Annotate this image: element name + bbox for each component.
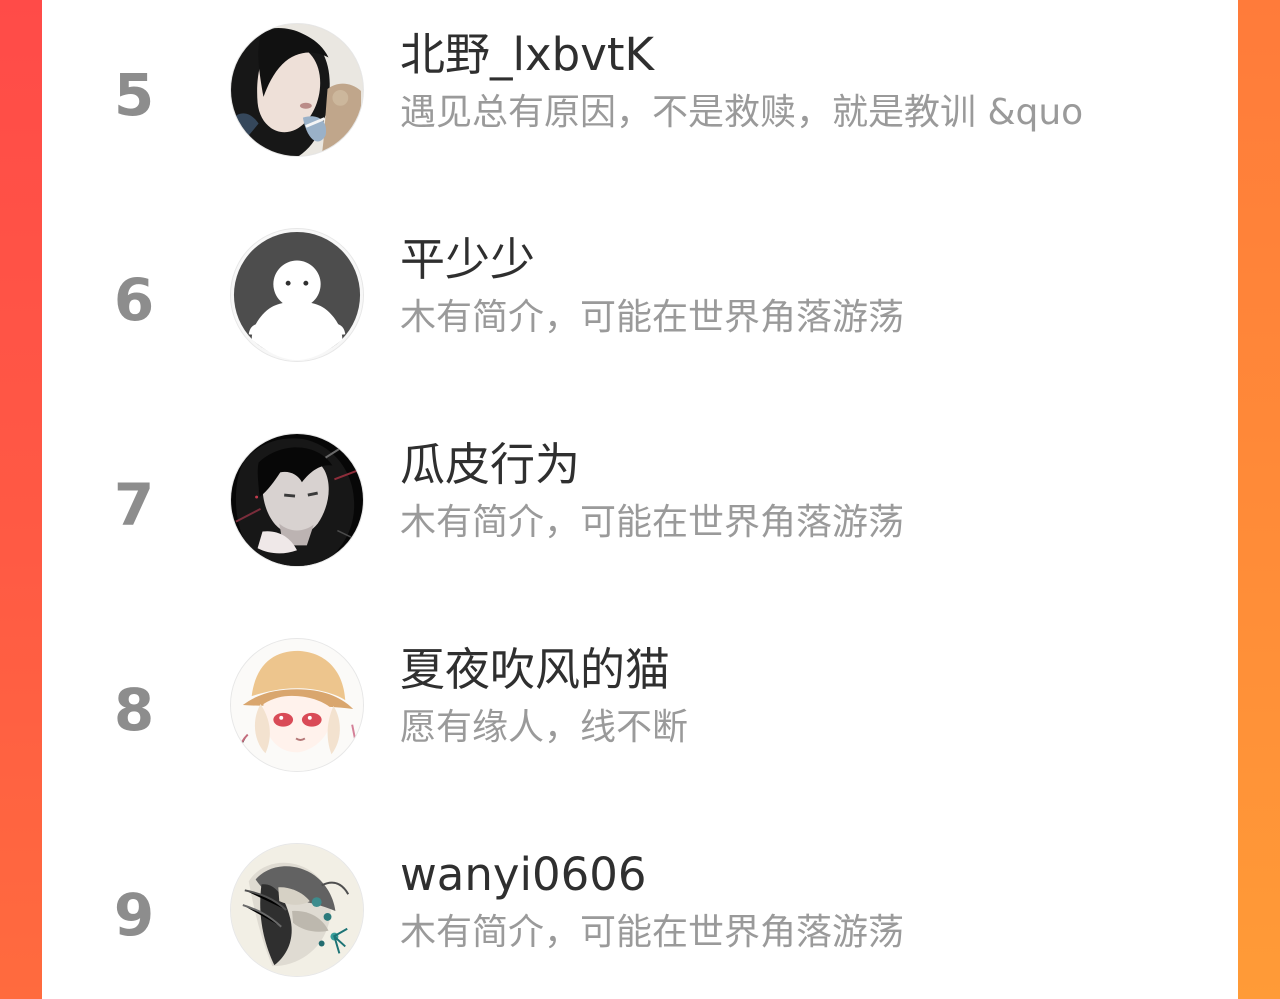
user-bio: 木有简介，可能在世界角落游荡	[400, 912, 905, 953]
anime-girl-yellow-hat-avatar-icon	[231, 639, 363, 771]
user-name[interactable]: 平少少	[400, 235, 535, 285]
ranking-item-8[interactable]: 8 夏夜吹风的猫 愿有缘人，线不断	[42, 614, 1238, 819]
ranking-list: 5 北野_lxbvtK 遇见总有原因，不是救赎，就是教训 &quo 6 平少少 …	[42, 0, 1238, 999]
rank-number: 7	[113, 471, 155, 539]
sketch-profile-flowers-avatar-icon	[231, 844, 363, 976]
ranking-item-7[interactable]: 7 瓜皮行为 木有简介，可能在世界角落游荡	[42, 409, 1238, 614]
ranking-item-9[interactable]: 9 wanyi0606 木有简介，可能在世界角落游荡	[42, 819, 1238, 999]
user-name[interactable]: 瓜皮行为	[400, 440, 580, 490]
sketch-profile-flowers-avatar-icon[interactable]	[230, 843, 364, 977]
dark-haired-girl-avatar-icon[interactable]	[230, 23, 364, 157]
ranking-panel: 5 北野_lxbvtK 遇见总有原因，不是救赎，就是教训 &quo 6 平少少 …	[42, 0, 1238, 999]
user-bio: 木有简介，可能在世界角落游荡	[400, 502, 905, 543]
right-orange-gradient-border	[1238, 0, 1280, 999]
ranking-screen: 5 北野_lxbvtK 遇见总有原因，不是救赎，就是教训 &quo 6 平少少 …	[0, 0, 1280, 999]
user-name[interactable]: wanyi0606	[400, 850, 647, 900]
hooded-anime-boy-avatar-icon	[231, 434, 363, 566]
default-white-person-avatar-icon	[231, 229, 363, 361]
ranking-item-6[interactable]: 6 平少少 木有简介，可能在世界角落游荡	[42, 204, 1238, 409]
rank-number: 6	[113, 266, 155, 334]
user-bio: 遇见总有原因，不是救赎，就是教训 &quo	[400, 92, 1084, 133]
default-white-person-avatar-icon[interactable]	[230, 228, 364, 362]
anime-girl-yellow-hat-avatar-icon[interactable]	[230, 638, 364, 772]
hooded-anime-boy-avatar-icon[interactable]	[230, 433, 364, 567]
user-bio: 愿有缘人，线不断	[400, 707, 689, 748]
rank-number: 8	[113, 676, 155, 744]
rank-number: 9	[113, 881, 155, 949]
user-name[interactable]: 北野_lxbvtK	[400, 30, 654, 80]
user-name[interactable]: 夏夜吹风的猫	[400, 645, 670, 695]
dark-haired-girl-avatar-icon	[231, 24, 363, 156]
left-orange-gradient-border	[0, 0, 42, 999]
ranking-item-5[interactable]: 5 北野_lxbvtK 遇见总有原因，不是救赎，就是教训 &quo	[42, 0, 1238, 204]
user-bio: 木有简介，可能在世界角落游荡	[400, 297, 905, 338]
rank-number: 5	[113, 61, 155, 129]
